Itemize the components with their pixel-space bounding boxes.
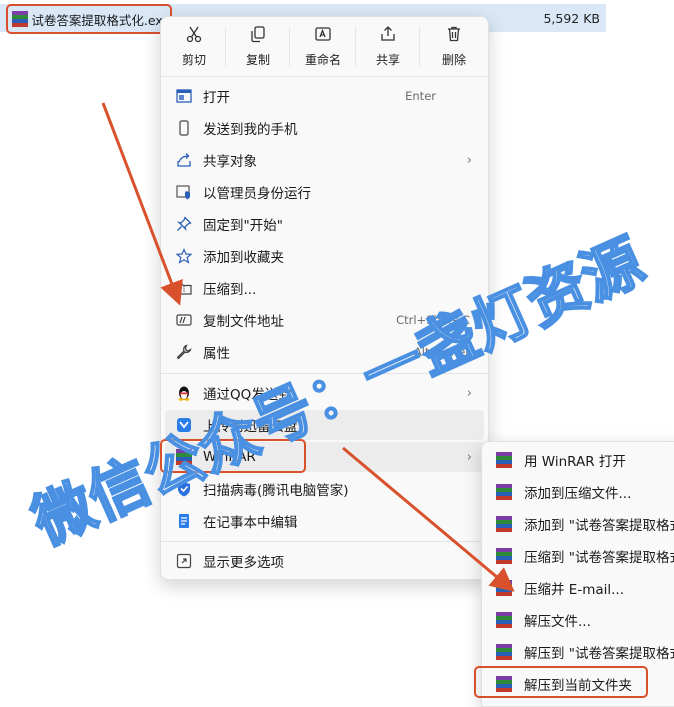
winrar-icon xyxy=(496,452,512,468)
winrar-highlight-box xyxy=(160,439,306,473)
share-button[interactable]: 共享 xyxy=(363,25,413,73)
menu-item-scan-virus[interactable]: 扫描病毒(腾讯电脑管家) xyxy=(165,474,484,504)
xunlei-cloud-icon xyxy=(175,416,193,434)
wrench-icon xyxy=(175,343,193,361)
menu-item-copy-path[interactable]: 复制文件地址 Ctrl+Shift+C xyxy=(165,305,484,335)
share-icon xyxy=(381,26,395,41)
context-menu: 剪切 复制 重命名 共享 删除 打开 Enter 发送到我的手机 共享对象 › … xyxy=(160,16,489,580)
menu-item-send-phone[interactable]: 发送到我的手机 xyxy=(165,113,484,143)
delete-label: 删除 xyxy=(441,53,466,67)
chevron-right-icon: › xyxy=(466,385,472,401)
copy-icon xyxy=(251,26,265,43)
menu-item-compress-to[interactable]: 压缩到... xyxy=(165,273,484,303)
submenu-compress-email[interactable]: 压缩并 E-mail... xyxy=(482,573,674,603)
file-name: 试卷答案提取格式化.exe xyxy=(31,12,170,28)
submenu-extract-to-named[interactable]: 解压到 "试卷答案提取格式 xyxy=(482,637,674,667)
winrar-icon xyxy=(496,644,512,660)
menu-item-share-object[interactable]: 共享对象 › xyxy=(165,145,484,175)
menu-item-edit-notepad[interactable]: 在记事本中编辑 xyxy=(165,506,484,536)
admin-shield-icon xyxy=(175,183,193,201)
share-object-icon xyxy=(175,151,193,169)
menu-item-add-favorites[interactable]: 添加到收藏夹 xyxy=(165,241,484,271)
qq-penguin-icon xyxy=(175,384,193,402)
delete-button[interactable]: 删除 xyxy=(429,25,479,73)
context-toolbar: 剪切 复制 重命名 共享 删除 xyxy=(161,17,488,75)
winrar-icon xyxy=(496,516,512,532)
pin-icon xyxy=(175,215,193,233)
winrar-icon xyxy=(496,484,512,500)
star-icon xyxy=(175,247,193,265)
chevron-right-icon: › xyxy=(466,152,472,168)
rename-button[interactable]: 重命名 xyxy=(298,25,348,73)
submenu-extract-files[interactable]: 解压文件... xyxy=(482,605,674,635)
rename-label: 重命名 xyxy=(304,53,341,67)
file-name-highlight[interactable]: 试卷答案提取格式化.exe xyxy=(6,4,172,34)
cut-icon xyxy=(186,26,202,43)
submenu-compress-to-named[interactable]: 压缩到 "试卷答案提取格式 xyxy=(482,541,674,571)
menu-item-open[interactable]: 打开 Enter xyxy=(165,81,484,111)
menu-item-upload-xunlei[interactable]: 上传到迅雷云盘 xyxy=(165,410,484,440)
share-label: 共享 xyxy=(375,53,400,67)
zip-folder-icon xyxy=(175,279,193,297)
menu-item-pin-start[interactable]: 固定到"开始" xyxy=(165,209,484,239)
menu-item-send-qq[interactable]: 通过QQ发送到 › xyxy=(165,378,484,408)
winrar-exe-icon xyxy=(12,11,28,27)
winrar-icon xyxy=(496,548,512,564)
menu-item-run-as-admin[interactable]: 以管理员身份运行 xyxy=(165,177,484,207)
submenu-add-to-named[interactable]: 添加到 "试卷答案提取格式 xyxy=(482,509,674,539)
tencent-shield-icon xyxy=(175,480,193,498)
phone-icon xyxy=(175,119,193,137)
notepad-icon xyxy=(175,512,193,530)
copy-button[interactable]: 复制 xyxy=(233,25,283,73)
winrar-icon xyxy=(496,580,512,596)
winrar-icon xyxy=(496,612,512,628)
file-size: 5,592 KB xyxy=(543,11,600,26)
menu-item-more-options[interactable]: 显示更多选项 xyxy=(165,546,484,576)
cut-label: 剪切 xyxy=(181,53,206,67)
chevron-right-icon: › xyxy=(466,449,472,465)
submenu-open-winrar[interactable]: 用 WinRAR 打开 xyxy=(482,445,674,475)
submenu-add-archive[interactable]: 添加到压缩文件... xyxy=(482,477,674,507)
open-icon xyxy=(175,87,193,105)
cut-button[interactable]: 剪切 xyxy=(169,25,219,73)
copy-label: 复制 xyxy=(245,53,270,67)
more-options-icon xyxy=(175,552,193,570)
menu-item-properties[interactable]: 属性 Alt+Enter xyxy=(165,337,484,367)
delete-icon xyxy=(448,26,460,42)
copy-path-icon xyxy=(175,311,193,329)
rename-icon xyxy=(315,27,331,41)
extract-here-highlight-box xyxy=(474,666,648,698)
